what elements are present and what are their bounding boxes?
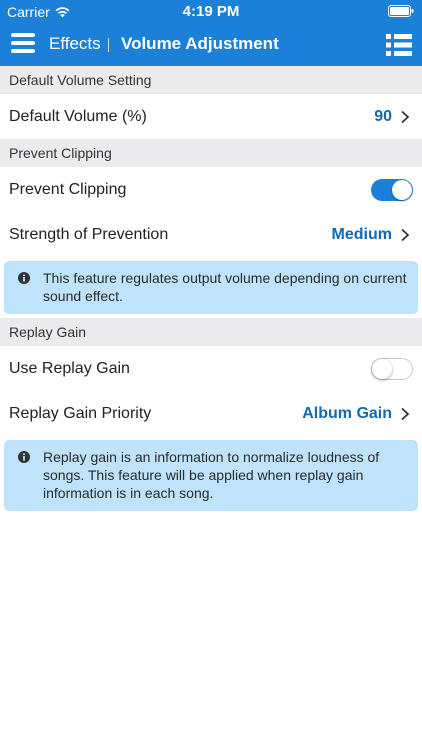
back-button[interactable]: Effects <box>49 34 101 54</box>
prevent-clipping-info-text: This feature regulates output volume dep… <box>43 270 407 304</box>
strength-of-prevention-label: Strength of Prevention <box>9 225 169 243</box>
chevron-right-icon <box>401 407 410 420</box>
use-replay-gain-toggle[interactable] <box>371 357 413 380</box>
prevent-clipping-toggle[interactable] <box>371 178 413 201</box>
use-replay-gain-row: Use Replay Gain <box>0 346 422 391</box>
chevron-right-icon <box>401 228 410 241</box>
default-volume-row[interactable]: Default Volume (%) 90 <box>0 94 422 139</box>
replay-gain-priority-label: Replay Gain Priority <box>9 404 152 422</box>
clock: 4:19 PM <box>182 3 240 20</box>
app-header: Carrier 4:19 PM Effects Volume Adjustmen… <box>0 0 422 66</box>
use-replay-gain-label: Use Replay Gain <box>9 359 130 377</box>
info-icon <box>18 272 30 284</box>
info-icon <box>18 451 30 463</box>
status-bar: Carrier 4:19 PM <box>0 0 422 22</box>
chevron-right-icon <box>401 110 410 123</box>
toggle-knob <box>392 179 412 200</box>
strength-of-prevention-row[interactable]: Strength of Prevention Medium <box>0 212 422 257</box>
replay-gain-priority-value: Album Gain <box>302 404 392 422</box>
page-title: Volume Adjustment <box>121 34 279 53</box>
section-header-replay-gain: Replay Gain <box>0 318 422 346</box>
list-icon[interactable] <box>386 34 412 56</box>
default-volume-label: Default Volume (%) <box>9 107 147 125</box>
navigation-bar: Effects Volume Adjustment <box>0 22 422 66</box>
battery-icon <box>388 5 414 17</box>
replay-gain-priority-row[interactable]: Replay Gain Priority Album Gain <box>0 391 422 436</box>
default-volume-value: 90 <box>374 107 392 125</box>
strength-of-prevention-value: Medium <box>331 225 392 243</box>
prevent-clipping-label: Prevent Clipping <box>9 180 127 198</box>
prevent-clipping-info-box: This feature regulates output volume dep… <box>4 261 418 314</box>
section-header-default-volume: Default Volume Setting <box>0 66 422 94</box>
hamburger-menu-icon[interactable] <box>11 33 35 55</box>
replay-gain-info-box: Replay gain is an information to normali… <box>4 440 418 511</box>
replay-gain-info-text: Replay gain is an information to normali… <box>43 449 380 501</box>
section-header-prevent-clipping: Prevent Clipping <box>0 139 422 167</box>
title-separator <box>108 38 109 52</box>
toggle-knob <box>372 358 392 379</box>
prevent-clipping-row: Prevent Clipping <box>0 167 422 212</box>
